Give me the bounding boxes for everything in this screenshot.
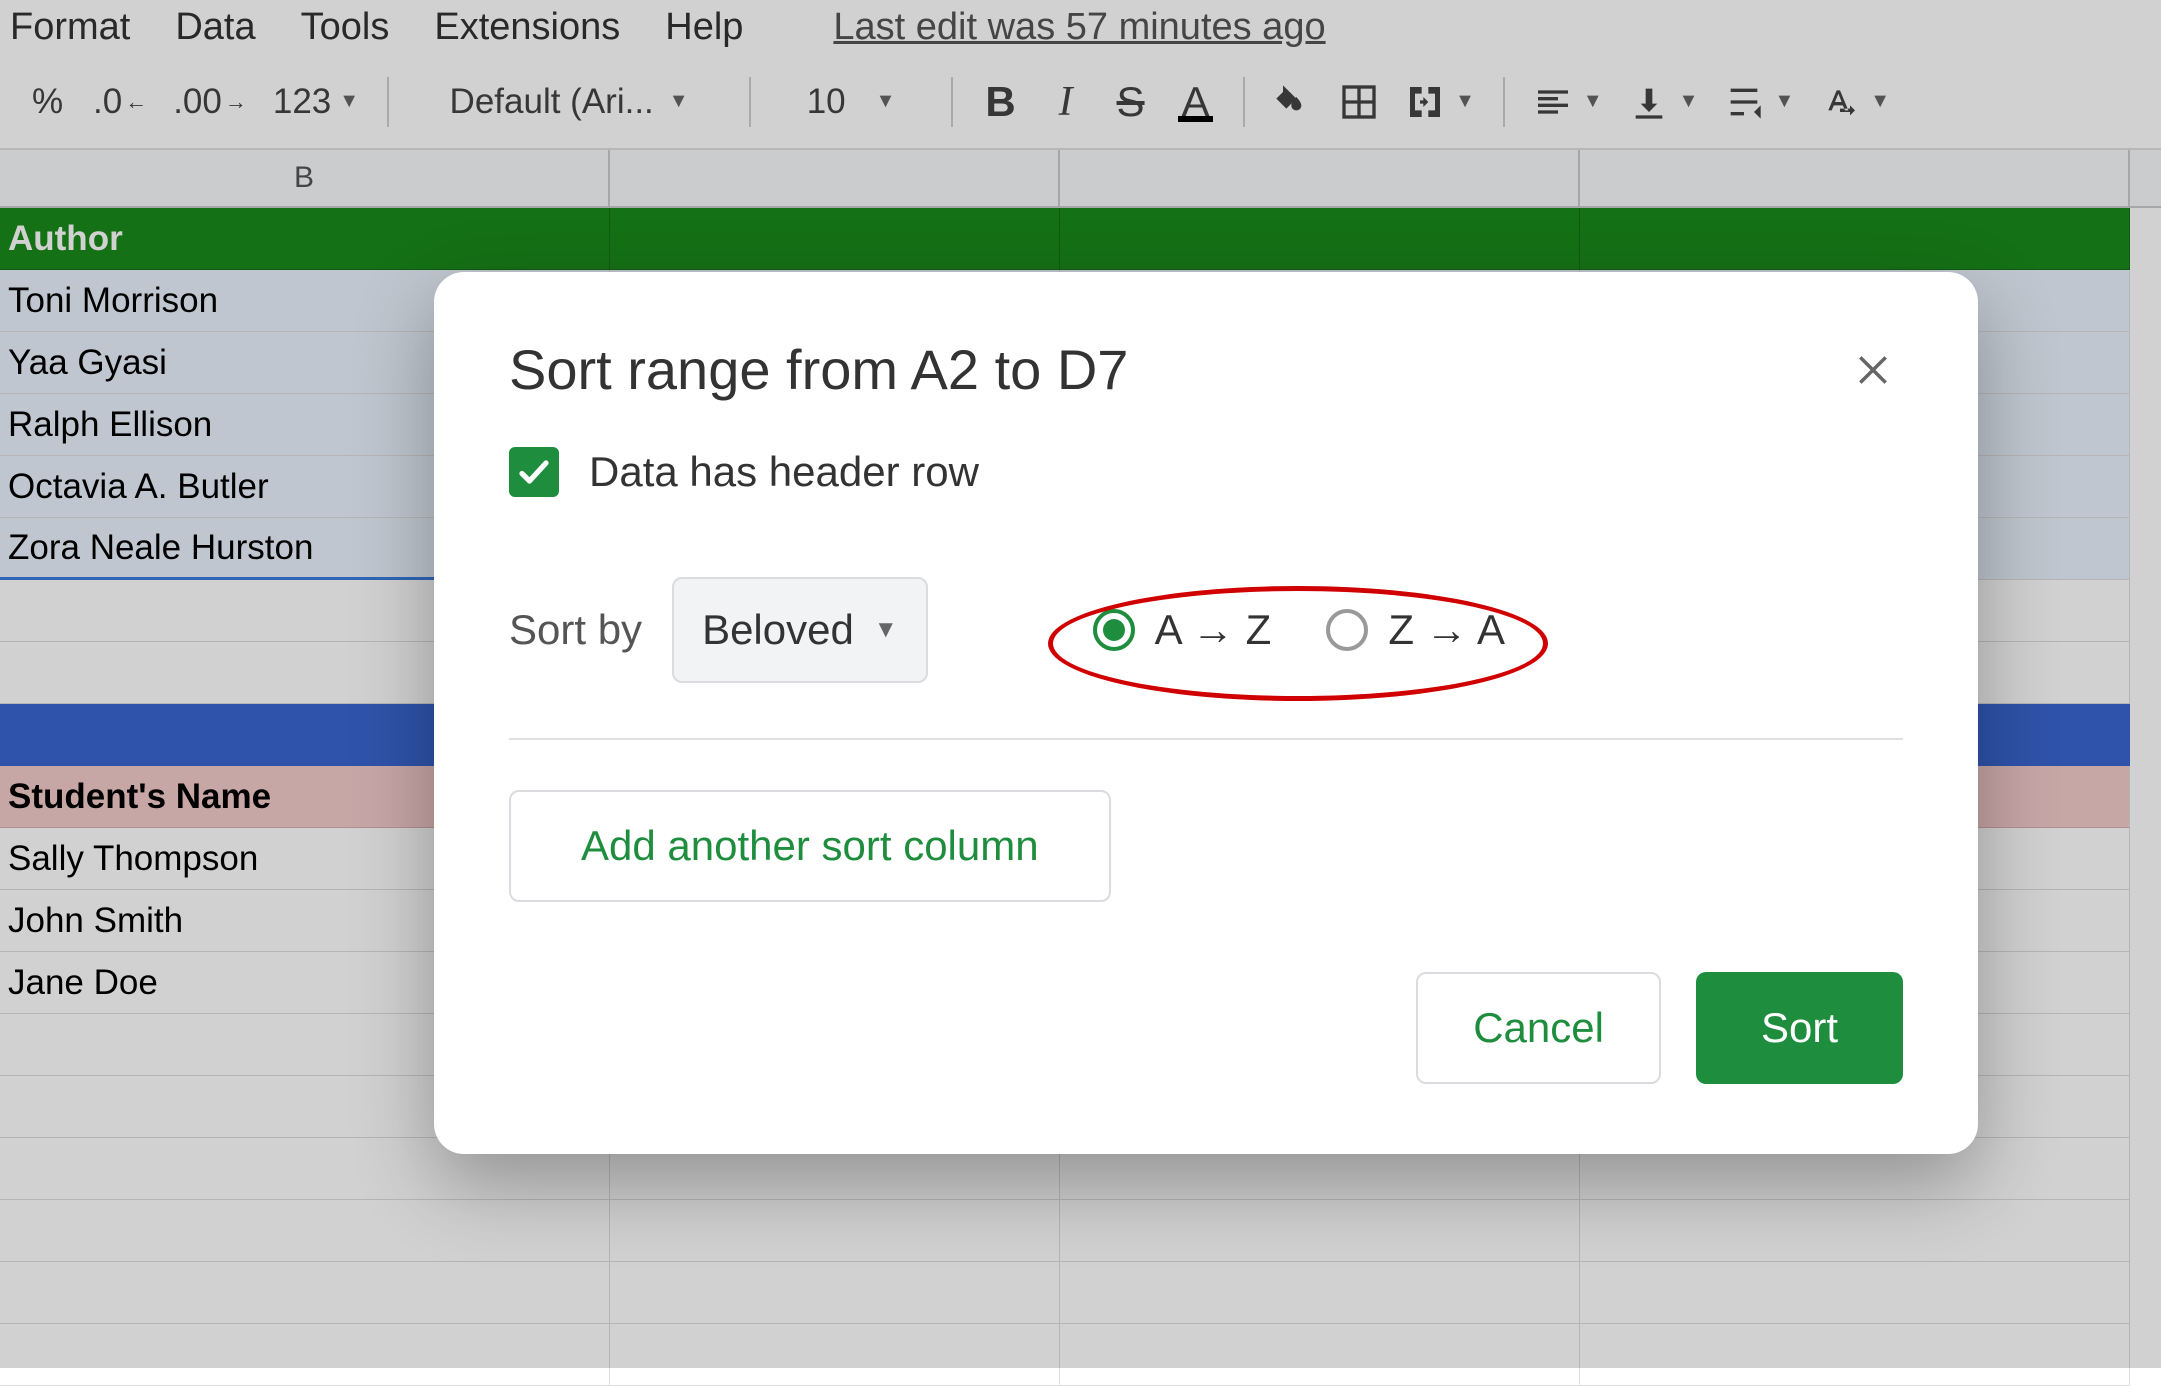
align-left-icon (1533, 82, 1573, 122)
chevron-down-icon: ▼ (874, 616, 898, 644)
menu-help[interactable]: Help (665, 6, 743, 49)
paint-bucket-icon (1273, 82, 1313, 122)
menu-format[interactable]: Format (10, 6, 130, 49)
radio-z-to-a[interactable]: Z → A (1326, 606, 1505, 654)
radio-indicator (1326, 609, 1368, 651)
cell[interactable] (1580, 208, 2130, 270)
add-sort-column-button[interactable]: Add another sort column (509, 790, 1111, 902)
cell[interactable] (1580, 1324, 2130, 1386)
sort-range-dialog: Sort range from A2 to D7 Data has header… (434, 272, 1978, 1154)
dialog-title: Sort range from A2 to D7 (509, 337, 1128, 402)
borders-button[interactable] (1331, 72, 1387, 132)
radio-za-label: Z → A (1388, 606, 1505, 654)
font-select[interactable]: Default (Ari...▼ (409, 72, 729, 132)
format-percent-button[interactable]: % (20, 72, 75, 132)
sort-column-select[interactable]: Beloved ▼ (672, 577, 928, 683)
toolbar-divider (1503, 77, 1505, 127)
cell[interactable] (0, 1262, 610, 1324)
sort-by-label: Sort by (509, 606, 642, 654)
toolbar-divider (387, 77, 389, 127)
merge-icon (1405, 82, 1445, 122)
text-color-button[interactable]: A (1168, 72, 1223, 132)
sort-column-value: Beloved (702, 606, 854, 654)
cell[interactable] (1060, 1262, 1580, 1324)
text-rotation-button[interactable]: ▼ (1812, 72, 1898, 132)
column-header-B[interactable]: B (0, 150, 610, 206)
toolbar: % .0← .00→ 123▼ Default (Ari...▼ 10▼ B I… (0, 55, 2161, 150)
table-header-row: Author (0, 208, 2161, 270)
text-wrap-button[interactable]: ▼ (1716, 72, 1802, 132)
radio-indicator (1093, 609, 1135, 651)
header-row-label: Data has header row (589, 448, 979, 496)
font-size-select[interactable]: 10▼ (771, 72, 931, 132)
cell[interactable] (1580, 1262, 2130, 1324)
cell[interactable] (1580, 1200, 2130, 1262)
cell[interactable] (1060, 1324, 1580, 1386)
header-row-checkbox[interactable] (509, 447, 559, 497)
borders-icon (1339, 82, 1379, 122)
merge-cells-button[interactable]: ▼ (1397, 72, 1483, 132)
radio-a-to-z[interactable]: A → Z (1093, 606, 1272, 654)
decrease-decimal-button[interactable]: .0← (85, 72, 155, 132)
cell[interactable] (610, 208, 1060, 270)
table-row (0, 1200, 2161, 1262)
close-button[interactable] (1843, 340, 1903, 400)
cell[interactable] (1060, 208, 1580, 270)
menu-data[interactable]: Data (175, 6, 255, 49)
toolbar-divider (1243, 77, 1245, 127)
horizontal-align-button[interactable]: ▼ (1525, 72, 1611, 132)
menu-extensions[interactable]: Extensions (434, 6, 620, 49)
column-header-D[interactable] (1060, 150, 1580, 206)
italic-button[interactable]: I (1038, 72, 1093, 132)
menu-tools[interactable]: Tools (301, 6, 390, 49)
sort-order-radio-group: A → Z Z → A (1093, 606, 1505, 654)
cell-author-header[interactable]: Author (0, 208, 610, 270)
divider (509, 738, 1903, 740)
strikethrough-button[interactable]: S (1103, 72, 1158, 132)
column-header-E[interactable] (1580, 150, 2130, 206)
cell[interactable] (0, 1324, 610, 1386)
bold-button[interactable]: B (973, 72, 1028, 132)
close-icon (1854, 351, 1892, 389)
cell[interactable] (610, 1200, 1060, 1262)
cell[interactable] (610, 1262, 1060, 1324)
more-formats-button[interactable]: 123▼ (265, 72, 367, 132)
radio-az-label: A → Z (1155, 606, 1272, 654)
table-row (0, 1324, 2161, 1386)
column-header-C[interactable] (610, 150, 1060, 206)
vertical-align-button[interactable]: ▼ (1621, 72, 1707, 132)
last-edit-link[interactable]: Last edit was 57 minutes ago (833, 6, 1325, 49)
text-rotate-icon (1820, 82, 1860, 122)
menu-bar: Format Data Tools Extensions Help Last e… (0, 0, 2161, 55)
column-headers: B (0, 150, 2161, 208)
increase-decimal-button[interactable]: .00→ (165, 72, 255, 132)
sort-button[interactable]: Sort (1696, 972, 1903, 1084)
table-row (0, 1262, 2161, 1324)
fill-color-button[interactable] (1265, 72, 1321, 132)
cancel-button[interactable]: Cancel (1416, 972, 1661, 1084)
cell[interactable] (0, 1200, 610, 1262)
text-wrap-icon (1724, 82, 1764, 122)
toolbar-divider (749, 77, 751, 127)
cell[interactable] (1060, 1200, 1580, 1262)
valign-bottom-icon (1629, 82, 1669, 122)
cell[interactable] (610, 1324, 1060, 1386)
toolbar-divider (951, 77, 953, 127)
checkmark-icon (516, 454, 552, 490)
